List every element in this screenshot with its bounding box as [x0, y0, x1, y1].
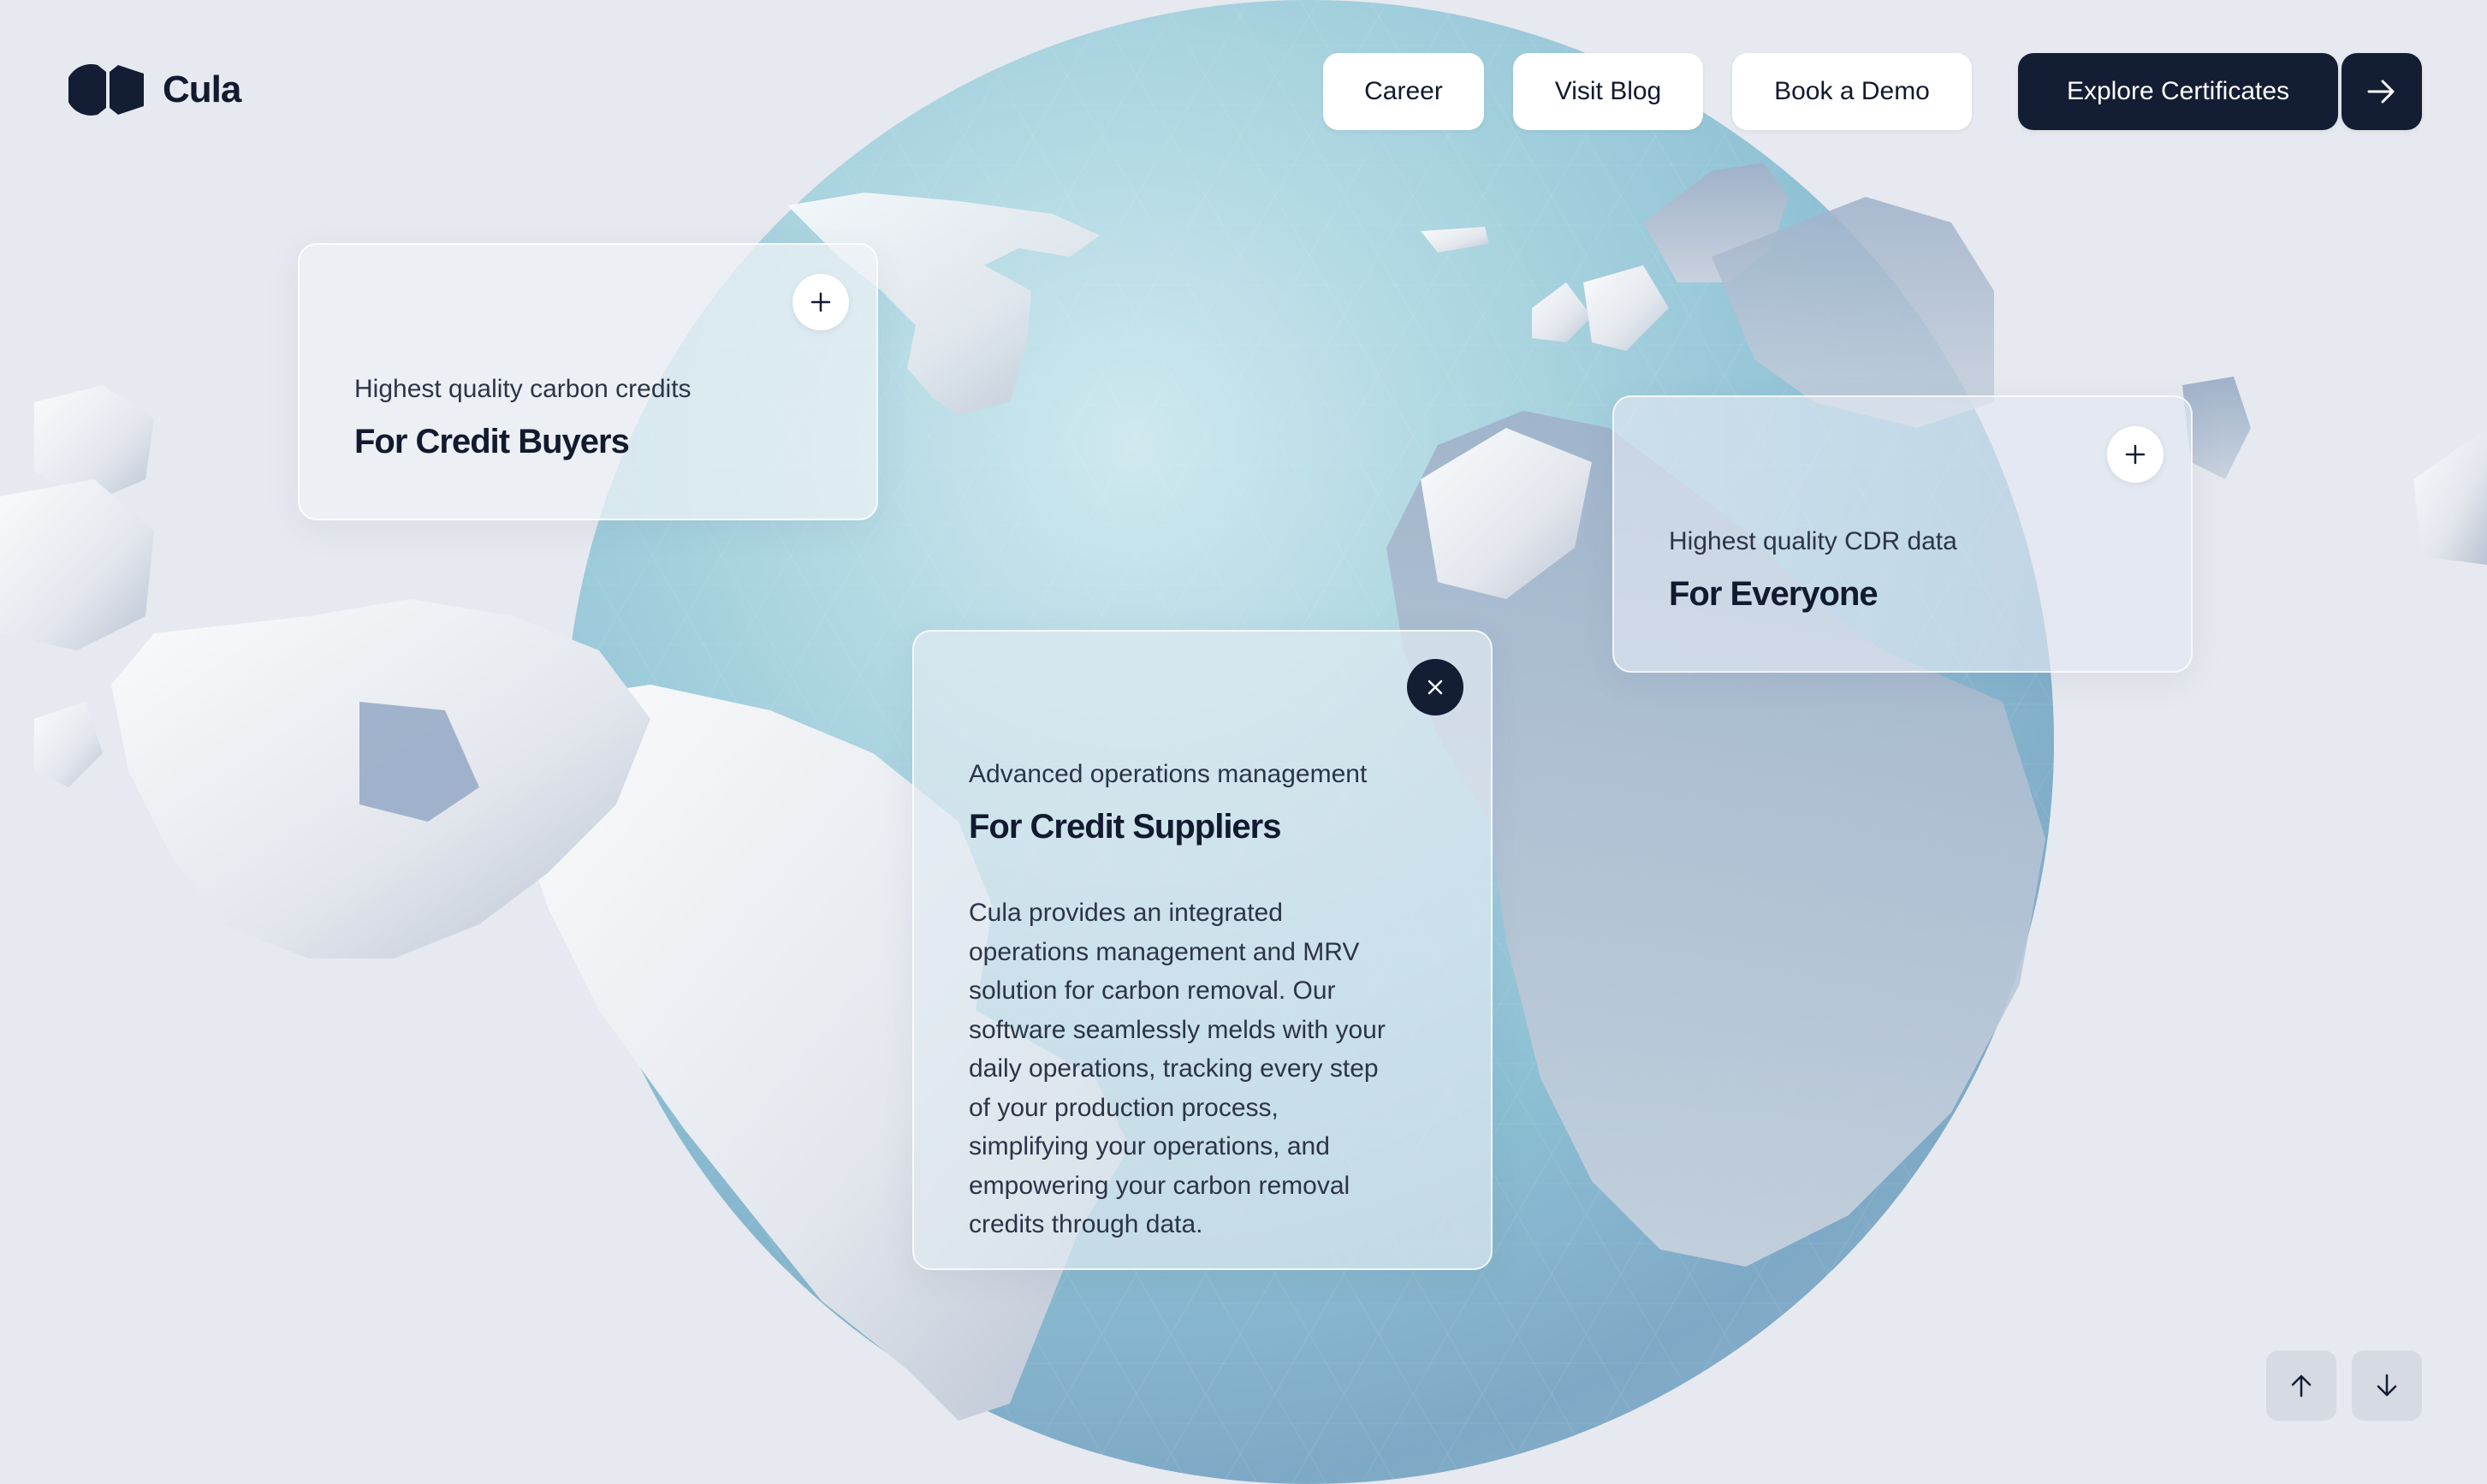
- page: Cula Career Visit Blog Book a Demo Explo…: [0, 0, 2487, 1484]
- plus-icon: [2125, 444, 2146, 465]
- card-description: Cula provides an integrated operations m…: [969, 893, 1465, 1244]
- career-link[interactable]: Career: [1323, 53, 1484, 130]
- close-icon: [1428, 680, 1443, 695]
- card-everyone[interactable]: Highest quality CDR data For Everyone: [1612, 395, 2193, 673]
- expand-button[interactable]: [2107, 426, 2164, 483]
- arrow-up-icon: [2291, 1374, 2312, 1398]
- expand-button[interactable]: [792, 274, 849, 330]
- description-line: Cula provides an integrated: [969, 899, 1283, 927]
- description-line: operations management and MRV: [969, 937, 1360, 966]
- card-credit-buyers[interactable]: Highest quality carbon credits For Credi…: [298, 243, 878, 520]
- book-demo-button[interactable]: Book a Demo: [1732, 53, 1972, 130]
- description-line: of your production process,: [969, 1093, 1279, 1122]
- description-line: simplifying your operations, and: [969, 1132, 1330, 1160]
- brand-name: Cula: [163, 68, 241, 110]
- card-kicker: Highest quality carbon credits: [354, 375, 691, 403]
- brand-logo[interactable]: Cula: [68, 62, 241, 118]
- arrow-down-icon: [2377, 1374, 2397, 1397]
- scroll-down-button[interactable]: [2352, 1350, 2422, 1421]
- card-kicker: Advanced operations management: [969, 760, 1368, 788]
- collapse-button[interactable]: [1407, 659, 1463, 715]
- scroll-up-button[interactable]: [2266, 1350, 2336, 1421]
- description-line: empowering your carbon removal: [969, 1171, 1350, 1200]
- description-line: solution for carbon removal. Our: [969, 976, 1336, 1005]
- description-line: software seamlessly melds with your: [969, 1015, 1386, 1044]
- card-title: For Credit Suppliers: [969, 808, 1281, 846]
- explore-certificates-button[interactable]: Explore Certificates: [2018, 53, 2338, 130]
- card-title: For Credit Buyers: [354, 423, 630, 460]
- explore-arrow-button[interactable]: [2342, 53, 2422, 130]
- arrow-right-icon: [2367, 80, 2395, 104]
- card-title: For Everyone: [1669, 575, 1879, 613]
- visit-blog-link[interactable]: Visit Blog: [1513, 53, 1703, 130]
- card-credit-suppliers[interactable]: Advanced operations management For Credi…: [912, 630, 1493, 1270]
- description-line: credits through data.: [969, 1210, 1203, 1238]
- plus-icon: [810, 292, 831, 312]
- card-kicker: Highest quality CDR data: [1669, 527, 1957, 555]
- description-line: daily operations, tracking every step: [969, 1054, 1379, 1083]
- cula-logo-icon: [68, 64, 144, 116]
